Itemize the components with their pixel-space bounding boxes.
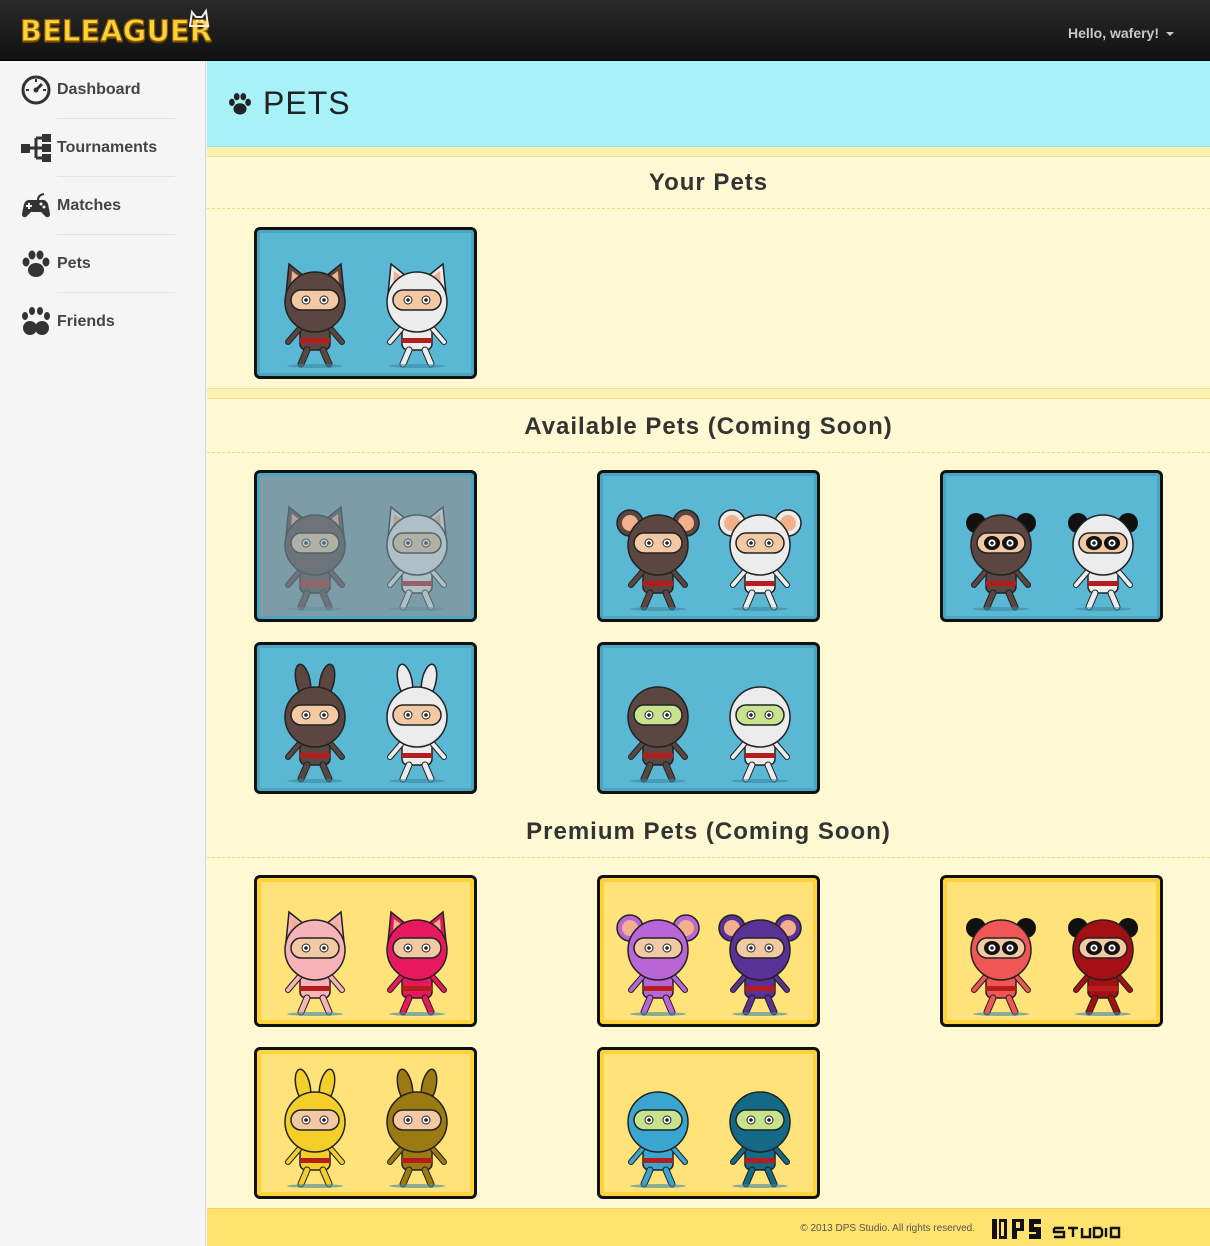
- sidebar-item-label: Friends: [57, 313, 115, 330]
- pet-card-mouse[interactable]: [597, 470, 820, 622]
- sidebar-item-label: Dashboard: [57, 81, 141, 98]
- app-logo[interactable]: BELEAGUER: [19, 13, 212, 48]
- pet-card-cat-owned: [254, 470, 477, 622]
- sidebar-item-label: Pets: [57, 255, 91, 272]
- section-divider: [207, 388, 1210, 399]
- dashboard-gauge-icon: [20, 74, 52, 106]
- user-greeting: Hello, wafery!: [1067, 25, 1159, 41]
- premium-pet-card-panda[interactable]: [940, 875, 1163, 1027]
- pet-card-cat[interactable]: [254, 227, 477, 379]
- sidebar-item-friends[interactable]: Friends: [0, 293, 205, 351]
- page-header: PETS: [207, 61, 1210, 147]
- sidebar-item-label: Tournaments: [57, 139, 158, 156]
- sidebar-item-tournaments[interactable]: Tournaments: [0, 119, 205, 177]
- sidebar-item-dashboard[interactable]: Dashboard: [0, 61, 205, 119]
- main-content: PETS Your Pets Available Pets (Coming So…: [207, 61, 1210, 1246]
- sidebar: Dashboard Tournaments Matches Pets Frien…: [0, 61, 206, 1246]
- premium-pet-card-frog[interactable]: [597, 1047, 820, 1199]
- pet-card-rabbit[interactable]: [254, 642, 477, 794]
- paw-icon: [20, 248, 52, 280]
- dps-studio-logo: [992, 1219, 1121, 1239]
- sidebar-item-label: Matches: [57, 197, 122, 214]
- user-menu-dropdown[interactable]: Hello, wafery!: [1068, 25, 1174, 41]
- section-title-available-pets: Available Pets (Coming Soon): [207, 401, 1210, 453]
- premium-pet-card-cat[interactable]: [254, 875, 477, 1027]
- sidebar-item-pets[interactable]: Pets: [0, 235, 205, 293]
- footer: © 2013 DPS Studio. All rights reserved.: [207, 1208, 1210, 1246]
- section-divider: [207, 147, 1210, 157]
- pet-card-panda[interactable]: [940, 470, 1163, 622]
- page-title: PETS: [263, 85, 351, 121]
- friends-paws-icon: [20, 306, 52, 338]
- gamepad-icon: [20, 190, 52, 222]
- copyright-text: © 2013 DPS Studio. All rights reserved.: [800, 1223, 975, 1234]
- top-navbar: BELEAGUER Hello, wafery!: [0, 0, 1210, 61]
- pet-card-frog[interactable]: [597, 642, 820, 794]
- chevron-down-icon: [1166, 32, 1174, 37]
- paw-icon: [229, 92, 251, 115]
- logo-cat-icon: [188, 8, 210, 27]
- section-title-premium-pets: Premium Pets (Coming Soon): [207, 806, 1210, 858]
- tournament-bracket-icon: [20, 132, 52, 164]
- sidebar-item-matches[interactable]: Matches: [0, 177, 205, 235]
- premium-pet-card-rabbit[interactable]: [254, 1047, 477, 1199]
- premium-pet-card-mouse[interactable]: [597, 875, 820, 1027]
- section-title-your-pets: Your Pets: [207, 157, 1210, 209]
